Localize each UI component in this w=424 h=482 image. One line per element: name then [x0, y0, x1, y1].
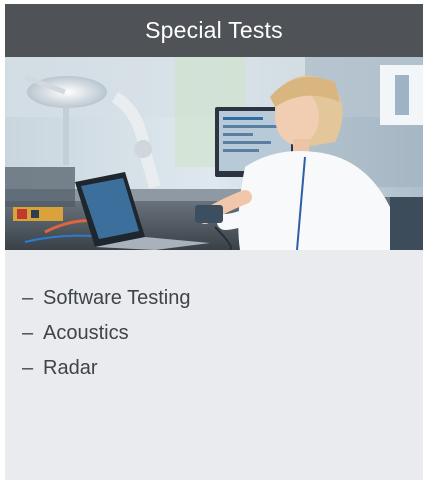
- list-item: – Radar: [22, 351, 191, 386]
- list-item-label: Radar: [43, 357, 98, 379]
- list-item-label: Software Testing: [43, 287, 191, 309]
- dash-bullet: –: [22, 287, 34, 309]
- special-tests-card: Special Tests – Software Testing – Acous…: [5, 4, 423, 480]
- lab-photo: [5, 57, 423, 250]
- card-header: Special Tests: [5, 4, 423, 57]
- tests-list: – Software Testing – Acoustics – Radar: [22, 281, 191, 386]
- card-title: Special Tests: [145, 17, 283, 43]
- list-item: – Software Testing: [22, 281, 191, 316]
- dash-bullet: –: [22, 322, 34, 344]
- list-item-label: Acoustics: [43, 322, 129, 344]
- dash-bullet: –: [22, 357, 34, 379]
- list-item: – Acoustics: [22, 316, 191, 351]
